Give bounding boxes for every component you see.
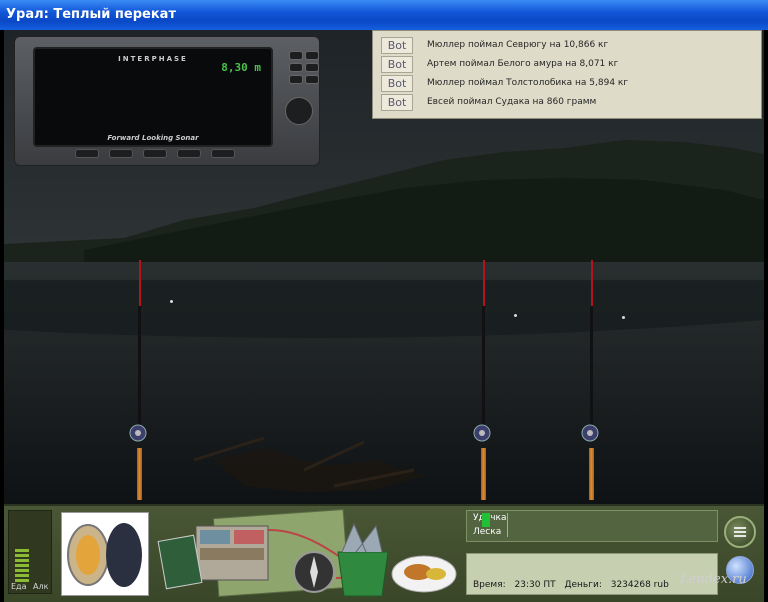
message-text: Мюллер поймал Севрюгу на 10,866 кг: [427, 40, 609, 50]
book-icon[interactable]: [157, 534, 203, 590]
tackle-info: Удочка Леска: [466, 510, 718, 542]
fish-bucket-icon[interactable]: [337, 522, 389, 597]
line-label: Леска: [473, 527, 502, 537]
status-text: Время: 23:30 ПТ Деньги: 3234268 rub: [473, 580, 675, 590]
window-title: Урал: Теплый перекат: [0, 0, 768, 30]
float-marker: [170, 300, 173, 303]
rod-handle: [589, 448, 594, 500]
rod-blank: [138, 306, 141, 436]
compass-icon[interactable]: [293, 551, 335, 593]
sender-tag[interactable]: Bot: [381, 94, 413, 111]
mussel-icon: [67, 523, 142, 587]
chat-message: Bot Артем поймал Белого амура на 8,071 к…: [377, 55, 757, 73]
menu-icon-line: [734, 535, 746, 537]
sonar-side-button[interactable]: [289, 51, 303, 60]
sonar-side-button[interactable]: [305, 51, 319, 60]
sonar-button[interactable]: [211, 149, 235, 158]
food-plate-icon[interactable]: [391, 555, 457, 593]
food-alcohol-meter: Еда Алк: [8, 510, 52, 594]
tackle-box-icon[interactable]: [195, 525, 269, 581]
sender-tag[interactable]: Bot: [381, 75, 413, 92]
rod-tip: [139, 260, 141, 306]
rod-tip: [591, 260, 593, 306]
message-text: Мюллер поймал Толстолобика на 5,894 кг: [427, 78, 629, 88]
chat-message: Bot Евсей поймал Судака на 860 грамм: [377, 93, 757, 111]
menu-icon: [734, 527, 746, 529]
message-text: Евсей поймал Судака на 860 грамм: [427, 97, 597, 107]
sonar-button[interactable]: [177, 149, 201, 158]
menu-button[interactable]: [724, 516, 756, 548]
sonar-side-button[interactable]: [305, 75, 319, 84]
sonar-button[interactable]: [109, 149, 133, 158]
float-marker: [514, 314, 517, 317]
rod-indicator: [482, 513, 490, 527]
bait-slot[interactable]: [61, 512, 149, 596]
watermark: Lendex.ru: [680, 572, 747, 587]
tools-area: [156, 508, 462, 598]
tools-illustration: [157, 509, 457, 597]
money-label: Деньги:: [564, 580, 602, 590]
sonar-caption: Forward Looking Sonar: [107, 134, 199, 142]
sender-tag[interactable]: Bot: [381, 56, 413, 73]
reel-icon: [473, 424, 491, 442]
rod-blank: [482, 306, 485, 436]
reel-icon: [129, 424, 147, 442]
float-marker: [622, 316, 625, 319]
rod-blank: [590, 306, 593, 436]
alcohol-label: Алк: [33, 582, 49, 591]
rod-handle: [481, 448, 486, 500]
sonar-depth-readout: 8,30 m: [221, 61, 261, 74]
menu-icon-line: [734, 531, 746, 533]
money-value: 3234268 rub: [610, 580, 669, 590]
sonar-button[interactable]: [75, 149, 99, 158]
sonar-device: INTERPHASE 8,30 m Forward Looking Sonar: [14, 36, 320, 166]
message-text: Артем поймал Белого амура на 8,071 кг: [427, 59, 619, 69]
bottom-panel: Еда Алк Леска Время: 23:30 ПТ Деньги: 32…: [4, 504, 764, 602]
sonar-side-button[interactable]: [289, 75, 303, 84]
rod-handle: [137, 448, 142, 500]
reel-icon: [581, 424, 599, 442]
time-value: 23:30 ПТ: [514, 580, 556, 590]
sonar-side-button[interactable]: [289, 63, 303, 72]
rod-tip: [483, 260, 485, 306]
food-label: Еда: [11, 582, 27, 591]
chat-message: Bot Мюллер поймал Толстолобика на 5,894 …: [377, 74, 757, 92]
sonar-button[interactable]: [143, 149, 167, 158]
time-label: Время:: [473, 580, 506, 590]
sonar-screen: INTERPHASE 8,30 m Forward Looking Sonar: [33, 47, 273, 147]
info-divider: [507, 513, 508, 537]
chat-message: Bot Мюллер поймал Севрюгу на 10,866 кг: [377, 36, 757, 54]
chat-log: Bot Мюллер поймал Севрюгу на 10,866 кг B…: [372, 30, 762, 119]
food-level-bars: [15, 549, 29, 584]
sonar-side-button[interactable]: [305, 63, 319, 72]
sonar-dpad[interactable]: [285, 97, 313, 125]
sender-tag[interactable]: Bot: [381, 37, 413, 54]
